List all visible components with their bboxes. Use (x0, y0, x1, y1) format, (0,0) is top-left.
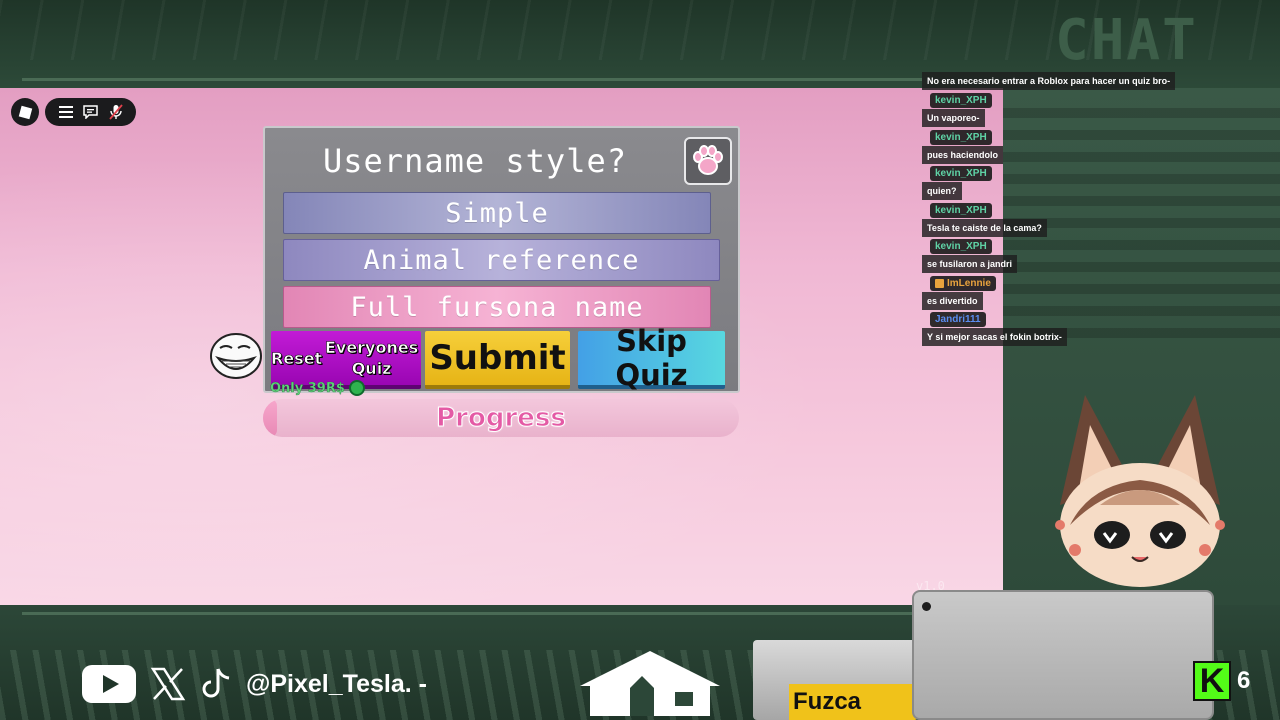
chat-username[interactable]: kevin_XPH (930, 93, 992, 108)
chat-username-text: kevin_XPH (935, 131, 987, 143)
kick-viewer-badge: K 6 (1193, 658, 1263, 704)
skip-quiz-button[interactable]: Skip Quiz (578, 324, 725, 392)
submit-button[interactable]: Submit (425, 331, 570, 389)
drawing-tablet (912, 590, 1214, 720)
chat-username-text: kevin_XPH (935, 168, 987, 179)
chat-message: pues haciendolo (922, 145, 1004, 164)
reset-price: Only 39R$ (270, 380, 365, 396)
stream-chat: No era necesario entrar a Roblox para ha… (922, 72, 1280, 352)
chat-username[interactable]: ImLennie (930, 275, 996, 291)
chat-username[interactable]: kevin_XPH (930, 239, 992, 254)
progress-bar: Progress (263, 399, 739, 437)
chat-username[interactable]: kevin_XPH (930, 166, 992, 181)
chat-message: Tesla te caiste de la cama? (922, 218, 1047, 237)
paw-icon (693, 145, 723, 175)
vtuber-avatar (1055, 395, 1225, 587)
paw-button[interactable] (684, 137, 732, 185)
frame-divider (22, 78, 922, 81)
chat-username-text: ImLennie (947, 277, 991, 289)
kick-logo-icon: K (1193, 661, 1231, 701)
roblox-menu-button[interactable] (11, 98, 39, 126)
option-simple[interactable]: Simple (283, 192, 711, 234)
reset-price-label: Only 39R$ (270, 380, 345, 396)
tablet-camera (922, 602, 931, 611)
chat-message: es divertido (922, 291, 983, 310)
robux-icon (348, 380, 365, 396)
hamburger-menu-icon[interactable] (57, 103, 75, 121)
chat-username[interactable]: kevin_XPH (930, 129, 992, 145)
chat-username-text: Jandri111 (935, 314, 981, 325)
social-links: @Pixel_Tesla. - (82, 664, 427, 704)
chat-username[interactable]: kevin_XPH (930, 202, 992, 218)
chat-message: No era necesario entrar a Roblox para ha… (922, 72, 1176, 90)
option-full-fursona-name[interactable]: Full fursona name (283, 286, 711, 328)
house-logo-icon (580, 651, 720, 716)
chat-username-text: kevin_XPH (935, 241, 987, 252)
progress-label: Progress (436, 403, 567, 434)
troll-face-icon (210, 333, 262, 379)
chat-username[interactable]: Jandri111 (930, 312, 986, 327)
chat-message: se fusilaron a jandri (922, 255, 1018, 273)
snack-brand: Fuzca (789, 684, 917, 720)
quiz-panel: Username style? Simple Animal reference … (263, 126, 740, 393)
chat-message: quien? (922, 182, 962, 200)
chat-header: CHAT (1055, 8, 1198, 73)
kick-viewer-count: 6 (1237, 667, 1251, 694)
option-animal-reference[interactable]: Animal reference (283, 239, 720, 281)
roblox-topbar (45, 98, 136, 126)
x-twitter-icon (150, 667, 186, 701)
frame-divider-bottom (22, 612, 912, 615)
snack-bag: Fuzca (753, 640, 918, 720)
chat-username-text: kevin_XPH (935, 204, 987, 216)
roblox-logo-icon (18, 105, 32, 119)
tiktok-icon (202, 668, 230, 698)
chat-bubble-icon[interactable] (82, 103, 100, 121)
chat-username-text: kevin_XPH (935, 95, 987, 106)
chat-badge-icon (935, 278, 944, 288)
chat-message: Un vaporeo- (922, 109, 985, 127)
social-handle: @Pixel_Tesla. - (246, 669, 427, 698)
youtube-icon (82, 665, 136, 703)
quiz-question: Username style? (323, 142, 627, 180)
microphone-muted-icon[interactable] (107, 103, 125, 121)
chat-message: Y si mejor sacas el fokin botrix- (922, 328, 1067, 346)
